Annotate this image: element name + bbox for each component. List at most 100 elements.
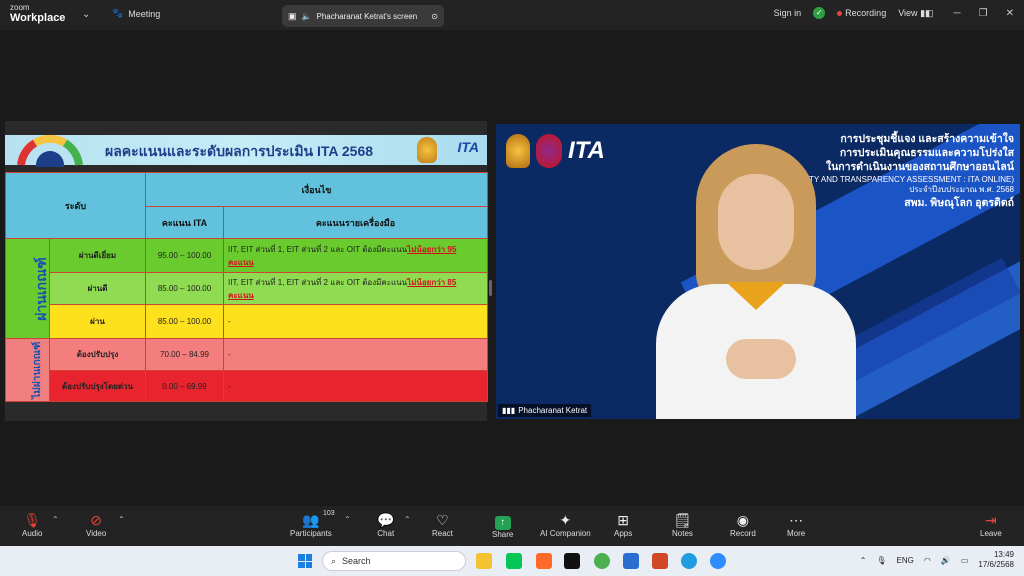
participant-video: [656, 144, 856, 419]
notes-icon: 🗒: [673, 512, 692, 528]
splitter-handle[interactable]: [489, 280, 492, 296]
header-level: ระดับ: [4, 172, 147, 239]
apps-button[interactable]: ⊞ Apps: [614, 511, 632, 538]
video-button[interactable]: ⊘ Video: [86, 511, 106, 538]
file-explorer-icon[interactable]: [476, 553, 492, 569]
more-options-icon[interactable]: ⊙: [431, 12, 438, 21]
view-button[interactable]: View ▮◧: [898, 8, 933, 19]
table-row: ผ่าน 85.00 – 100.00 -: [5, 304, 489, 339]
desc-cell: -: [223, 370, 489, 402]
record-button[interactable]: ◉ Record: [730, 511, 756, 538]
volume-icon[interactable]: 🔊: [941, 556, 951, 565]
windows-taskbar: ⌕ Search ⌃ 🎙 ENG ◠ 🔊 ▭ 13:49 17/6/2568: [0, 546, 1024, 576]
share-label: Share: [492, 530, 514, 539]
apps-icon: ⊞: [617, 512, 629, 528]
clock[interactable]: 13:49 17/6/2568: [978, 550, 1014, 570]
video-label: Video: [86, 529, 107, 538]
meeting-tab[interactable]: 🐾 Meeting: [112, 8, 160, 19]
recording-label: Recording: [845, 8, 887, 18]
video-tile[interactable]: ITA การประชุมชี้แจง และสร้างความเข้าใจ ก…: [496, 124, 1020, 419]
camera-app-icon[interactable]: [623, 553, 639, 569]
tray-overflow-icon[interactable]: ⌃: [860, 556, 867, 565]
search-icon: ⌕: [331, 555, 337, 566]
powerpoint-icon[interactable]: [652, 553, 668, 569]
level-cell: ต้องปรับปรุง: [48, 338, 147, 371]
shared-screen: ผลคะแนนและระดับผลการประเมิน ITA 2568 ITA…: [4, 121, 489, 421]
line-app-icon[interactable]: [506, 553, 522, 569]
more-label: More: [787, 529, 806, 538]
maximize-icon[interactable]: ❐: [979, 8, 988, 19]
mic-muted-icon: 🎙: [23, 512, 42, 528]
chevron-down-icon[interactable]: ⌄: [82, 9, 90, 20]
recording-indicator[interactable]: Recording: [837, 8, 886, 18]
ita-score-table: ระดับ เงื่อนไข คะแนน ITA คะแนนรายเครื่อง…: [4, 172, 489, 402]
leave-label: Leave: [980, 529, 1002, 538]
record-dot-icon: [837, 11, 843, 16]
share-icon: ↑: [492, 511, 513, 530]
tiktok-icon[interactable]: [564, 553, 580, 569]
paw-icon: 🐾: [112, 8, 124, 18]
security-shield-icon[interactable]: ✓: [813, 7, 826, 19]
chat-options-caret-icon[interactable]: ⌃: [404, 515, 411, 524]
app-icon[interactable]: [536, 553, 552, 569]
audio-button[interactable]: 🎙 Audio: [22, 511, 42, 538]
ministry-emblem-icon: [506, 134, 530, 168]
score-cell: 85.00 – 100.00: [145, 304, 225, 339]
more-button[interactable]: ⋯ More: [787, 511, 805, 538]
ai-companion-label: AI Companion: [540, 529, 591, 538]
desc-cell: IIT, EIT ส่วนที่ 1, EIT ส่วนที่ 2 และ OI…: [223, 238, 489, 273]
office-emblem-icon: [536, 134, 562, 168]
level-cell: ต้องปรับปรุงโดยด่วน: [48, 370, 147, 402]
table-row: ผ่านเกณฑ์ ผ่านดีเยี่ยม 95.00 – 100.00 II…: [5, 238, 489, 339]
record-icon: ◉: [736, 512, 749, 528]
sign-in-button[interactable]: Sign in: [774, 8, 802, 18]
audio-options-caret-icon[interactable]: ⌃: [52, 515, 59, 524]
score-cell: 95.00 – 100.00: [145, 238, 225, 273]
record-label: Record: [730, 529, 756, 538]
gauge-icon: [17, 135, 83, 167]
score-cell: 0.00 – 69.99: [145, 370, 225, 402]
notes-button[interactable]: 🗒 Notes: [672, 511, 693, 538]
participants-options-caret-icon[interactable]: ⌃: [344, 515, 351, 524]
ai-companion-button[interactable]: ✦ AI Companion: [540, 511, 591, 538]
react-button[interactable]: ♡ React: [432, 511, 453, 538]
chat-button[interactable]: 💬 Chat: [377, 511, 394, 538]
windows-start-icon[interactable]: [298, 554, 312, 568]
taskbar-search[interactable]: ⌕ Search: [322, 551, 466, 571]
video-logos: ITA: [506, 134, 605, 168]
leave-button[interactable]: ⇥ Leave: [980, 511, 1002, 538]
language-indicator[interactable]: ENG: [897, 556, 914, 565]
edge-icon[interactable]: [681, 553, 697, 569]
participants-label: Participants: [290, 529, 332, 538]
meeting-toolbar: 🎙 Audio ⌃ ⊘ Video ⌃ 👥 103 Participants ⌃…: [0, 506, 1024, 546]
slide-header: ผลคะแนนและระดับผลการประเมิน ITA 2568 ITA: [5, 135, 487, 167]
participants-count: 103: [323, 510, 335, 517]
chat-label: Chat: [377, 529, 395, 538]
view-label: View: [898, 7, 918, 18]
desc-cell: -: [223, 304, 489, 339]
level-cell: ผ่านดี: [48, 272, 147, 305]
ministry-emblem-icon: [417, 137, 437, 163]
sparkle-icon: ✦: [559, 512, 572, 528]
apps-label: Apps: [614, 529, 633, 538]
battery-icon[interactable]: ▭: [961, 556, 969, 565]
participants-button[interactable]: 👥 103 Participants: [290, 510, 335, 538]
zoom-taskbar-icon[interactable]: [710, 553, 726, 569]
share-screen-icon: ▣: [288, 10, 297, 21]
time-label: 13:49: [993, 550, 1014, 559]
mic-tray-icon[interactable]: 🎙: [876, 556, 886, 565]
more-icon: ⋯: [789, 512, 804, 528]
zoom-logo[interactable]: zoom Workplace: [10, 4, 65, 24]
screen-share-indicator[interactable]: ▣ 🔈 Phacharanat Ketrat's screen ⊙: [282, 5, 444, 27]
share-button[interactable]: ↑ Share: [492, 511, 513, 539]
minimize-icon[interactable]: ─: [954, 8, 961, 19]
react-label: React: [432, 529, 453, 538]
chrome-icon[interactable]: [594, 553, 610, 569]
desc-cell: -: [223, 338, 489, 371]
wifi-icon[interactable]: ◠: [924, 556, 931, 565]
video-options-caret-icon[interactable]: ⌃: [118, 515, 125, 524]
pass-group-label: ผ่านเกณฑ์: [5, 238, 50, 339]
close-icon[interactable]: ✕: [1006, 8, 1014, 19]
participant-name-tag: ▮▮▮ Phacharanat Ketrat: [498, 404, 592, 417]
heart-icon: ♡: [436, 512, 449, 528]
